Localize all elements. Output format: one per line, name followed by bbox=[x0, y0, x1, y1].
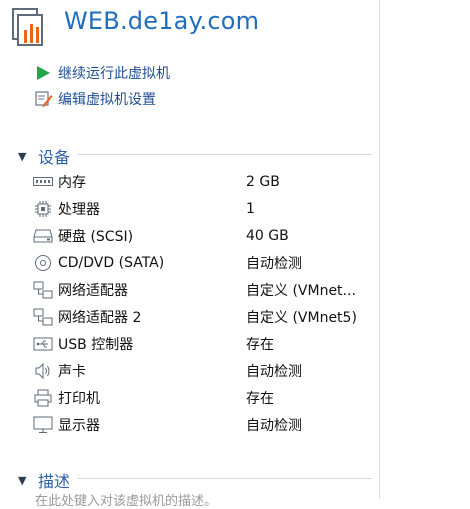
resume-vm-label: 继续运行此虚拟机 bbox=[58, 66, 170, 82]
section-divider bbox=[78, 154, 372, 155]
network-adapter-icon bbox=[32, 306, 54, 328]
device-value: 1 bbox=[246, 200, 255, 217]
device-name: 处理器 bbox=[58, 201, 100, 218]
memory-icon bbox=[32, 171, 54, 193]
collapse-arrow-icon: ▼ bbox=[18, 149, 27, 163]
device-value: 自动检测 bbox=[246, 417, 302, 434]
sound-card-icon bbox=[32, 360, 54, 382]
vm-header: WEB.de1ay.com bbox=[0, 0, 379, 52]
right-preview-pane bbox=[379, 0, 470, 499]
device-row-usb-controller[interactable]: USB 控制器 存在 bbox=[32, 330, 372, 357]
cd-dvd-icon bbox=[32, 252, 54, 274]
device-row-printer[interactable]: 打印机 存在 bbox=[32, 384, 372, 411]
device-name: 声卡 bbox=[58, 363, 86, 380]
description-section-title: 描述 bbox=[38, 472, 71, 491]
processor-icon bbox=[32, 198, 54, 220]
device-value: 自动检测 bbox=[246, 363, 302, 380]
vm-title: WEB.de1ay.com bbox=[64, 7, 260, 35]
vm-summary-pane: WEB.de1ay.com 继续运行此虚拟机 编辑虚拟机设置 ▼ 设备 内存 2… bbox=[0, 0, 379, 509]
device-name: 打印机 bbox=[58, 390, 100, 407]
network-adapter-icon bbox=[32, 279, 54, 301]
device-name: USB 控制器 bbox=[58, 336, 134, 353]
printer-icon bbox=[32, 387, 54, 409]
edit-vm-settings-label: 编辑虚拟机设置 bbox=[58, 92, 156, 108]
usb-icon bbox=[32, 333, 54, 355]
device-row-display[interactable]: 显示器 自动检测 bbox=[32, 411, 372, 438]
device-value: 存在 bbox=[246, 390, 274, 407]
device-name: 显示器 bbox=[58, 417, 100, 434]
device-row-sound-card[interactable]: 声卡 自动检测 bbox=[32, 357, 372, 384]
display-icon bbox=[32, 414, 54, 436]
collapse-arrow-icon: ▼ bbox=[18, 473, 27, 487]
device-row-network-adapter[interactable]: 网络适配器 自定义 (VMnet... bbox=[32, 276, 372, 303]
device-name: 网络适配器 2 bbox=[58, 309, 142, 326]
device-value: 自定义 (VMnet5) bbox=[246, 309, 357, 326]
device-row-hard-disk[interactable]: 硬盘 (SCSI) 40 GB bbox=[32, 222, 372, 249]
hard-disk-icon bbox=[32, 225, 54, 247]
resume-vm-link[interactable]: 继续运行此虚拟机 bbox=[35, 63, 170, 83]
edit-settings-icon bbox=[35, 89, 55, 109]
device-name: 网络适配器 bbox=[58, 282, 128, 299]
device-row-memory[interactable]: 内存 2 GB bbox=[32, 168, 372, 195]
virtual-machine-icon bbox=[12, 8, 43, 46]
device-row-network-adapter-2[interactable]: 网络适配器 2 自定义 (VMnet5) bbox=[32, 303, 372, 330]
description-text[interactable]: 在此处键入对该虚拟机的描述。 bbox=[35, 490, 217, 509]
devices-section-title: 设备 bbox=[38, 148, 71, 167]
section-divider bbox=[78, 478, 372, 479]
device-row-cd-dvd[interactable]: CD/DVD (SATA) 自动检测 bbox=[32, 249, 372, 276]
device-row-processor[interactable]: 处理器 1 bbox=[32, 195, 372, 222]
device-name: 内存 bbox=[58, 174, 86, 191]
description-section-header[interactable]: ▼ 描述 bbox=[18, 468, 70, 492]
device-name: 硬盘 (SCSI) bbox=[58, 228, 134, 245]
device-value: 自动检测 bbox=[246, 255, 302, 272]
play-icon bbox=[35, 63, 55, 83]
device-name: CD/DVD (SATA) bbox=[58, 254, 165, 271]
edit-vm-settings-link[interactable]: 编辑虚拟机设置 bbox=[35, 89, 156, 109]
devices-section-header[interactable]: ▼ 设备 bbox=[18, 144, 70, 168]
device-value: 2 GB bbox=[246, 173, 280, 190]
device-value: 自定义 (VMnet... bbox=[246, 282, 356, 299]
device-value: 存在 bbox=[246, 336, 274, 353]
device-value: 40 GB bbox=[246, 227, 289, 244]
